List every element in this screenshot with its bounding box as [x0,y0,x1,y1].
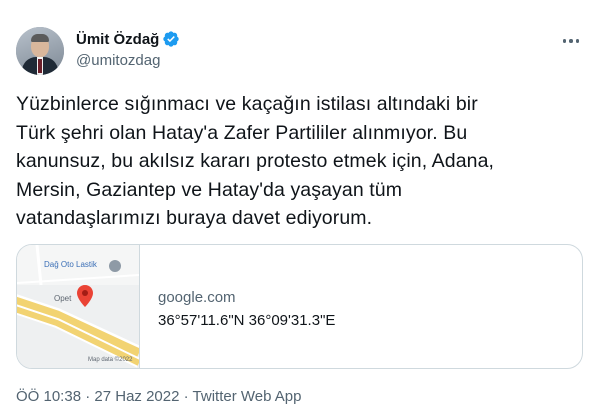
map-attribution: Map data ©2022 [88,357,133,363]
location-card[interactable]: Dağ Oto Lastik Opet Map data ©2022 googl… [16,244,583,369]
author-name-row[interactable]: Ümit Özdağ [76,30,180,48]
author-display-name[interactable]: Ümit Özdağ [76,31,159,48]
avatar[interactable] [16,27,64,75]
meta-separator: · [179,388,193,405]
card-domain: google.com [158,289,236,306]
card-coordinates: 36°57'11.6"N 36°09'31.3"E [158,312,336,329]
map-label-top: Dağ Oto Lastik [44,260,97,269]
tweet-meta: ÖÖ 10:38 · 27 Haz 2022 · Twitter Web App [16,388,301,405]
tweet-date[interactable]: 27 Haz 2022 [94,388,179,405]
verified-badge-icon [163,31,180,47]
map-label-left: Opet [54,294,72,303]
more-options-icon[interactable] [560,34,582,48]
tweet-source[interactable]: Twitter Web App [193,388,302,405]
tweet: Ümit Özdağ @umitozdag Yüzbinlerce sığınm… [0,0,591,419]
tweet-text: Yüzbinlerce sığınmacı ve kaçağın istilas… [16,93,495,229]
meta-separator: · [81,388,95,405]
author-handle[interactable]: @umitozdag [76,52,160,69]
map-thumbnail[interactable]: Dağ Oto Lastik Opet Map data ©2022 [17,245,140,368]
tweet-time[interactable]: ÖÖ 10:38 [16,388,81,405]
place-marker-icon [109,260,121,272]
